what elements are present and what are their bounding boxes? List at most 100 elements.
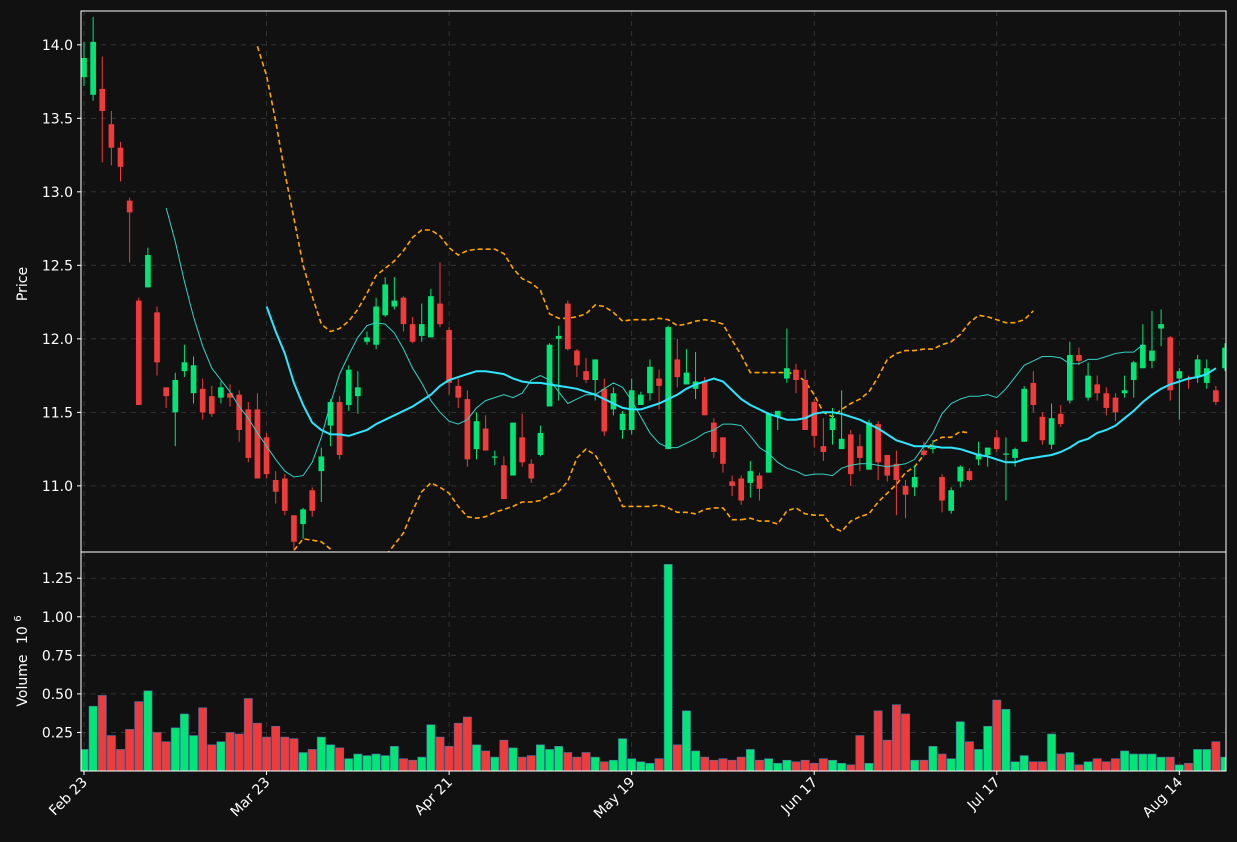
- volume-bar: [134, 701, 144, 771]
- volume-bar: [389, 746, 399, 771]
- volume-bar: [161, 741, 171, 771]
- volume-bar: [645, 762, 655, 771]
- volume-bar: [399, 758, 408, 771]
- candle-body: [1103, 393, 1110, 408]
- candle-body: [555, 335, 562, 339]
- candle-body: [574, 350, 580, 366]
- volume-bar: [1047, 733, 1056, 771]
- candle-body: [300, 509, 306, 525]
- volume-bar: [462, 716, 472, 771]
- candle-body: [583, 371, 589, 380]
- volume-bar: [1065, 752, 1075, 771]
- candle-body: [135, 300, 142, 405]
- candle-body: [829, 418, 836, 430]
- volume-bar: [727, 759, 737, 771]
- volume-bar: [864, 762, 874, 771]
- volume-bar: [818, 758, 828, 771]
- candle-body: [1121, 390, 1128, 394]
- volume-y-tick-label: 0.50: [42, 687, 73, 703]
- volume-bar: [517, 756, 527, 771]
- candle-body: [236, 394, 243, 430]
- volume-bar: [481, 750, 491, 771]
- volume-bar: [198, 707, 208, 771]
- candle-body: [948, 490, 954, 511]
- volume-bar: [316, 736, 326, 771]
- volume-bar: [371, 753, 381, 771]
- volume-axis-label: Volume 10 6: [13, 615, 31, 706]
- volume-bar: [974, 749, 983, 771]
- candle-body: [784, 368, 790, 379]
- volume-bar: [280, 736, 290, 771]
- volume-bar: [1156, 756, 1166, 771]
- volume-bar: [1211, 741, 1221, 771]
- volume-bar: [508, 747, 518, 771]
- candle-body: [683, 372, 690, 385]
- candle-body: [939, 477, 945, 501]
- candle-body: [491, 456, 498, 458]
- candle-body: [501, 465, 507, 500]
- candle-body: [1085, 375, 1091, 398]
- volume-bar: [1147, 753, 1157, 771]
- candle-body: [1194, 359, 1201, 378]
- volume-bar: [1074, 764, 1084, 771]
- candle-body: [245, 409, 252, 458]
- volume-bar: [736, 756, 746, 771]
- candle-body: [729, 481, 735, 486]
- candle-body: [1094, 384, 1101, 394]
- candle-body: [172, 379, 179, 413]
- candle-body: [199, 388, 206, 413]
- candle-body: [820, 446, 827, 453]
- volume-bar: [408, 759, 418, 771]
- candle-body: [665, 327, 672, 450]
- volume-bar: [873, 710, 883, 771]
- volume-bar: [627, 758, 637, 771]
- volume-bar: [745, 749, 755, 771]
- volume-bar: [490, 756, 500, 771]
- candle-body: [564, 303, 571, 350]
- candle-body: [446, 330, 452, 383]
- volume-bar: [609, 759, 618, 771]
- candle-body: [637, 394, 644, 405]
- volume-y-tick-label: 0.25: [42, 725, 73, 741]
- candle-body: [930, 447, 936, 450]
- candle-body: [838, 438, 845, 450]
- volume-bar: [152, 732, 162, 771]
- candle-body: [902, 485, 909, 495]
- candle-body: [309, 490, 316, 511]
- candle-body: [866, 422, 872, 470]
- price-y-tick-label: 13.0: [42, 185, 73, 201]
- volume-bar: [837, 762, 847, 771]
- volume-bar: [891, 704, 901, 771]
- volume-bar: [572, 756, 582, 771]
- volume-bar: [809, 762, 819, 771]
- candle-body: [647, 366, 653, 394]
- volume-bar: [965, 741, 974, 771]
- volume-bar: [106, 735, 116, 771]
- volume-bar: [1202, 749, 1212, 771]
- volume-bar: [946, 758, 956, 771]
- candle-body: [619, 413, 626, 430]
- volume-bar: [499, 739, 509, 771]
- volume-bar: [116, 749, 125, 771]
- price-y-tick-label: 14.0: [42, 38, 73, 54]
- candle-body: [327, 402, 334, 426]
- volume-bar: [426, 724, 436, 771]
- volume-bar: [353, 753, 363, 771]
- candle-body: [857, 446, 863, 458]
- volume-bar: [335, 747, 344, 771]
- volume-bar: [225, 732, 235, 771]
- volume-bar: [344, 758, 354, 771]
- volume-bar: [846, 764, 856, 771]
- candle-body: [1012, 449, 1018, 458]
- financial-chart: 11.0 11.5 12.0 12.5 13.0 13.5 14.0 0.25 0.50 0.7…: [0, 0, 1237, 842]
- volume-bar: [307, 749, 317, 771]
- volume-bar: [1129, 753, 1139, 771]
- candle-body: [482, 428, 489, 451]
- candle-body: [181, 362, 188, 372]
- candle-body: [437, 303, 443, 325]
- candle-body: [747, 471, 754, 483]
- candle-body: [957, 466, 964, 482]
- volume-bar: [97, 695, 107, 771]
- candle-body: [528, 463, 535, 479]
- volume-y-tick-label: 1.25: [42, 571, 73, 587]
